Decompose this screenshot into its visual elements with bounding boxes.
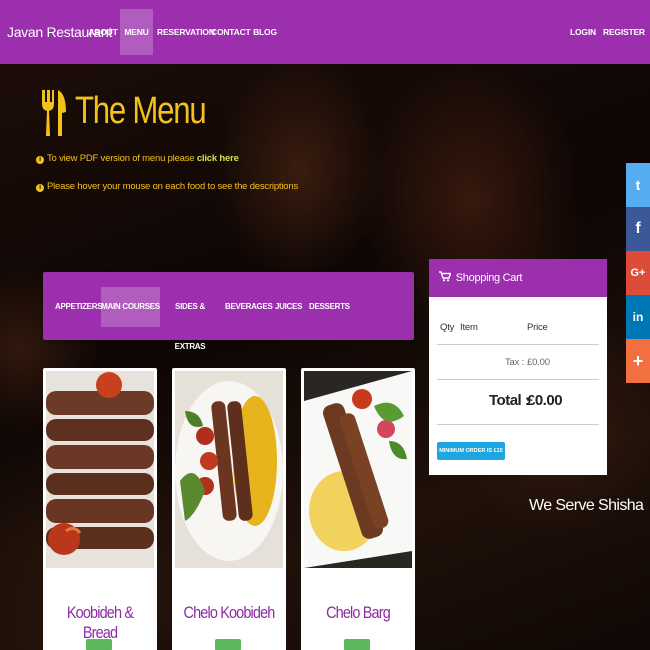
tab-appetizers[interactable]: APPETIZERS (55, 287, 103, 327)
page-title: The Menu (75, 90, 207, 132)
tab-beverages[interactable]: BEVERAGES (225, 287, 273, 327)
shopping-cart: Shopping Cart Qty Item Price Tax : £0.00… (429, 259, 607, 475)
shisha-banner: We Serve Shisha (529, 497, 644, 514)
food-name: Chelo Koobideh (183, 603, 276, 622)
food-image (304, 371, 412, 568)
tax-value: £0.00 (527, 357, 550, 368)
food-card[interactable]: Koobideh & Bread (43, 368, 157, 650)
col-price: Price (527, 322, 548, 333)
food-card[interactable]: Chelo Barg (301, 368, 415, 650)
tax-label: Tax : (505, 357, 525, 368)
cart-header: Shopping Cart (429, 259, 607, 297)
total-label: Total : (489, 392, 530, 409)
food-name: Chelo Barg (326, 603, 391, 622)
category-tabs: APPETIZERS MAIN COURSES SIDES & EXTRAS B… (43, 272, 414, 351)
google-plus-icon[interactable]: G+ (626, 251, 650, 295)
hover-info: i Please hover your mouse on each food to… (36, 181, 298, 192)
fork-knife-icon (42, 90, 66, 136)
pdf-info-text: To view PDF version of menu please (47, 153, 195, 164)
col-item: Item (460, 322, 478, 333)
linkedin-icon[interactable]: in (626, 295, 650, 339)
divider (437, 344, 599, 345)
hover-info-text: Please hover your mouse on each food to … (47, 181, 298, 192)
facebook-icon[interactable]: f (626, 207, 650, 251)
share-plus-icon[interactable]: + (626, 339, 650, 383)
tab-desserts[interactable]: DESSERTS (309, 287, 350, 327)
divider (437, 379, 599, 380)
tab-sides-extras[interactable]: SIDES & EXTRAS (165, 287, 215, 351)
nav-login[interactable]: LOGIN (570, 9, 596, 55)
add-to-cart-button[interactable] (344, 639, 370, 650)
twitter-icon[interactable]: t (626, 163, 650, 207)
col-qty: Qty (440, 322, 455, 333)
add-to-cart-button[interactable] (86, 639, 112, 650)
total-value: £0.00 (527, 392, 563, 409)
cart-title: Shopping Cart (455, 272, 523, 284)
nav-blog[interactable]: BLOG (253, 9, 277, 55)
nav-register[interactable]: REGISTER (603, 9, 645, 55)
nav-about[interactable]: ABOUT (88, 9, 118, 55)
food-image (46, 371, 154, 568)
nav-menu[interactable]: MENU (120, 9, 153, 55)
tab-main-courses[interactable]: MAIN COURSES (101, 287, 160, 327)
minimum-order-button[interactable]: MINIMUM ORDER IS £15 (437, 442, 505, 460)
cart-icon (439, 271, 451, 282)
info-icon: i (36, 184, 44, 192)
pdf-link[interactable]: click here (197, 153, 239, 164)
food-card[interactable]: Chelo Koobideh (172, 368, 286, 650)
add-to-cart-button[interactable] (215, 639, 241, 650)
tab-juices[interactable]: JUICES (275, 287, 302, 327)
info-icon: i (36, 156, 44, 164)
navbar: Javan Restaurant ABOUT MENU RESERVATION … (0, 0, 650, 64)
food-image (175, 371, 283, 568)
nav-contact[interactable]: CONTACT (211, 9, 251, 55)
food-name: Koobideh & Bread (66, 603, 134, 642)
pdf-info: i To view PDF version of menu please clic… (36, 153, 239, 164)
divider (437, 424, 599, 425)
nav-reservation[interactable]: RESERVATION (157, 9, 215, 55)
